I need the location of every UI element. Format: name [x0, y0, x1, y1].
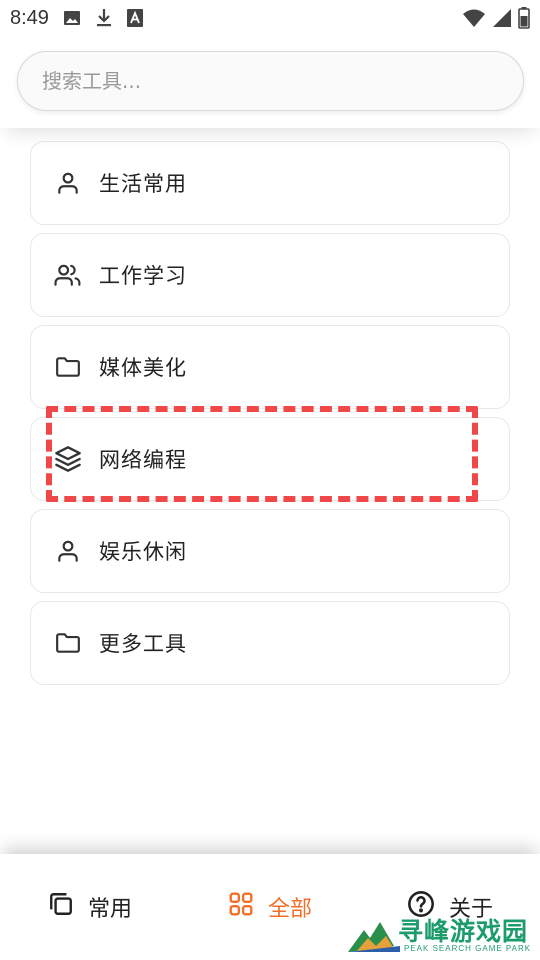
nav-item-common[interactable]: 常用 [0, 854, 180, 960]
status-time: 8:49 [10, 6, 49, 29]
category-list: 生活常用 工作学习 媒体美化 网络编程 娱乐休闲 更多工具 [30, 141, 510, 693]
search-input[interactable] [42, 69, 523, 93]
category-item-life[interactable]: 生活常用 [30, 141, 510, 225]
watermark: 寻峰游戏园 PEAK SEARCH GAME PARK [346, 912, 540, 960]
folder-icon [53, 628, 83, 658]
watermark-subtitle: PEAK SEARCH GAME PARK [404, 944, 532, 953]
category-item-media[interactable]: 媒体美化 [30, 325, 510, 409]
watermark-title: 寻峰游戏园 [398, 917, 529, 946]
header [0, 36, 540, 128]
category-item-more[interactable]: 更多工具 [30, 601, 510, 685]
nav-label: 全部 [267, 897, 312, 922]
grid-icon [228, 891, 254, 923]
download-icon [95, 8, 113, 28]
search-box[interactable] [17, 51, 524, 111]
image-icon [63, 9, 81, 27]
copy-icon [48, 891, 74, 923]
category-item-network[interactable]: 网络编程 [30, 417, 510, 501]
category-label: 媒体美化 [99, 356, 187, 380]
user-icon [53, 536, 83, 566]
nav-label: 常用 [87, 897, 132, 922]
battery-icon [518, 7, 530, 29]
category-label: 工作学习 [99, 264, 187, 288]
folder-icon [53, 352, 83, 382]
font-icon [126, 9, 143, 27]
wifi-icon [462, 8, 486, 28]
users-icon [53, 260, 83, 290]
category-label: 更多工具 [99, 632, 187, 656]
user-icon [53, 168, 83, 198]
status-bar: 8:49 [0, 0, 540, 36]
category-label: 网络编程 [99, 448, 187, 472]
category-label: 生活常用 [99, 172, 187, 196]
nav-item-all[interactable]: 全部 [180, 854, 360, 960]
category-label: 娱乐休闲 [99, 540, 187, 564]
category-item-entertainment[interactable]: 娱乐休闲 [30, 509, 510, 593]
layers-icon [53, 444, 83, 474]
watermark-logo-icon [348, 922, 400, 952]
signal-icon [492, 8, 512, 28]
category-item-work[interactable]: 工作学习 [30, 233, 510, 317]
